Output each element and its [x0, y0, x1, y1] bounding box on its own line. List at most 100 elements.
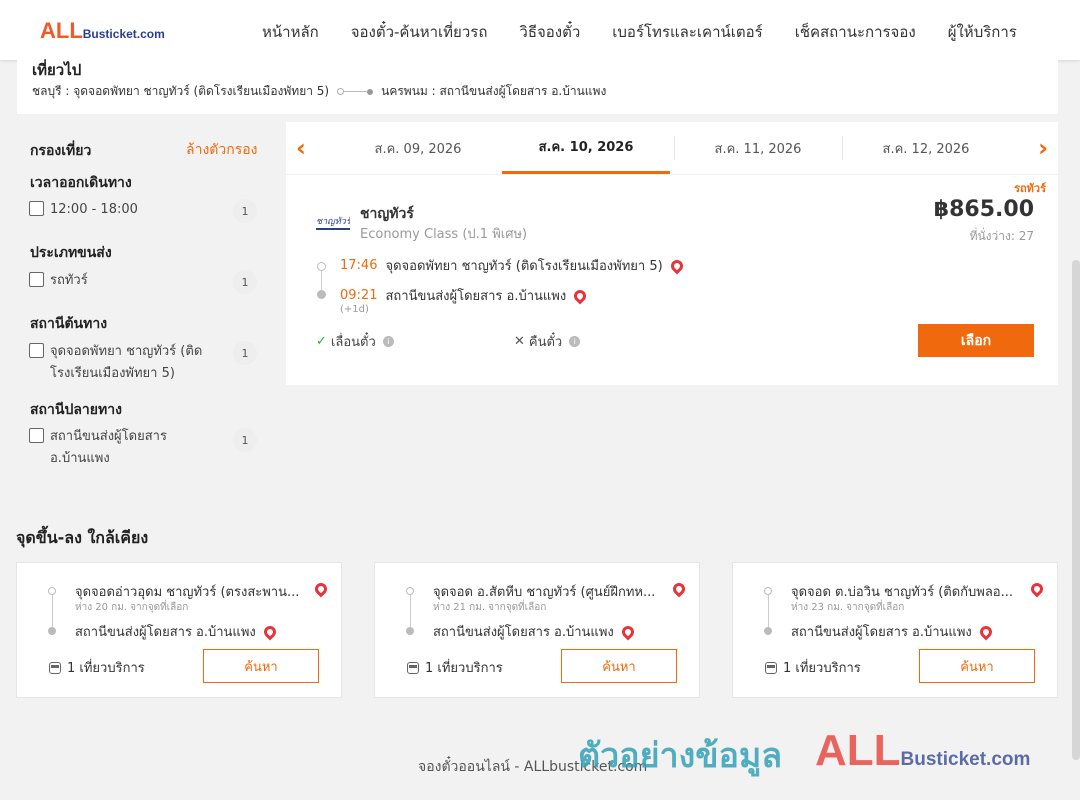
watermark-logo-all: ALL [815, 726, 901, 775]
nearby-search-button[interactable]: ค้นหา [561, 649, 677, 683]
operator-name: ชาญทัวร์ [360, 206, 414, 222]
bus-icon [407, 661, 419, 674]
nearby-to-label: สถานีขนส่งผู้โดยสาร อ.บ้านแพง [433, 625, 614, 640]
checkbox[interactable] [29, 428, 44, 443]
nearby-to: สถานีขนส่งผู้โดยสาร อ.บ้านแพง [433, 621, 637, 642]
nearby-distance: ห่าง 20 กม. จากจุดที่เลือก [75, 602, 189, 613]
filter-section-departure-time: เวลาออกเดินทาง [30, 175, 132, 191]
filter-option-transport[interactable]: รถทัวร์ 1 [29, 270, 257, 294]
date-selector: ‹ ส.ค. 09, 2026 ส.ค. 10, 2026 ส.ค. 11, 2… [286, 122, 1058, 174]
filter-count-badge: 1 [233, 341, 257, 365]
filter-option-time[interactable]: 12:00 - 18:00 1 [29, 199, 257, 223]
timeline-line [321, 271, 322, 291]
filter-section-transport-type: ประเภทขนส่ง [30, 245, 112, 261]
nearby-to-label: สถานีขนส่งผู้โดยสาร อ.บ้านแพง [791, 625, 972, 640]
arrival-place: สถานีขนส่งผู้โดยสาร อ.บ้านแพง [385, 289, 567, 304]
filter-section-destination-station: สถานีปลายทาง [30, 402, 122, 418]
nearby-card: จุดจอดอ่าวอุดม ชาญทัวร์ (ตรงสะพาน... ห่า… [16, 562, 342, 698]
date-tab-active[interactable]: ส.ค. 10, 2026 [502, 122, 670, 174]
check-icon: ✓ [316, 334, 327, 349]
trip-count-label: 1 เที่ยวบริการ [425, 661, 503, 676]
nav-check-booking[interactable]: เช็คสถานะการจอง [795, 20, 916, 44]
nearby-stops-title: จุดขึ้น-ลง ใกล้เคียง [16, 528, 149, 547]
checkbox[interactable] [29, 272, 44, 287]
checkbox[interactable] [29, 343, 44, 358]
filter-option-destination[interactable]: สถานีขนส่งผู้โดยสาร อ.บ้านแพง 1 [29, 426, 257, 470]
chevron-left-icon[interactable]: ‹ [296, 134, 306, 162]
map-pin-icon[interactable] [312, 580, 330, 598]
cross-icon: ✕ [514, 334, 525, 349]
trip-summary: เที่ยวไป ชลบุรี : จุดจอดพัทยา ชาญทัวร์ (… [17, 56, 1058, 114]
trip-result-card: รถทัวร์ ชาญทัวร์ ชาญทัวร์ Economy Class … [286, 175, 1058, 385]
map-pin-icon[interactable] [619, 623, 637, 640]
nearby-trip-count: 1 เที่ยวบริการ [765, 657, 861, 678]
nearby-search-button[interactable]: ค้นหา [203, 649, 319, 683]
nav-book-search[interactable]: จองตั๋ว-ค้นหาเที่ยวรถ [351, 20, 488, 44]
reschedule-label: เลื่อนตั๋ว [330, 335, 376, 350]
select-trip-button[interactable]: เลือก [918, 324, 1034, 357]
nearby-to: สถานีขนส่งผู้โดยสาร อ.บ้านแพง [75, 621, 279, 642]
service-class: Economy Class (ป.1 พิเศษ) [360, 227, 528, 242]
main-nav: หน้าหลัก จองตั๋ว-ค้นหาเที่ยวรถ วิธีจองตั… [262, 20, 1017, 44]
departure-time: 17:46 [340, 258, 378, 273]
map-pin-icon[interactable] [668, 257, 686, 274]
nearby-card: จุดจอด อ.สัตหีบ ชาญทัวร์ (ศูนย์ฝึกทห... … [374, 562, 700, 698]
filter-section-origin-station: สถานีต้นทาง [30, 316, 108, 332]
nav-home[interactable]: หน้าหลัก [262, 20, 319, 44]
timeline-start-dot [317, 262, 326, 271]
info-icon[interactable]: i [382, 336, 394, 347]
map-pin-icon[interactable] [977, 623, 995, 640]
nearby-distance: ห่าง 23 กม. จากจุดที่เลือก [791, 602, 905, 613]
checkbox[interactable] [29, 201, 44, 216]
chevron-right-icon[interactable]: › [1038, 134, 1048, 162]
trip-route: ชลบุรี : จุดจอดพัทยา ชาญทัวร์ (ติดโรงเรี… [32, 82, 606, 101]
top-navbar: ALLBusticket.com หน้าหลัก จองตั๋ว-ค้นหาเ… [0, 0, 1080, 60]
filter-heading: กรองเที่ยว [30, 143, 92, 159]
map-pin-icon[interactable] [261, 623, 279, 640]
filter-option-label: 12:00 - 18:00 [50, 202, 138, 217]
trip-origin: ชลบุรี : จุดจอดพัทยา ชาญทัวร์ (ติดโรงเรี… [32, 84, 330, 98]
trip-direction-title: เที่ยวไป [32, 61, 82, 79]
departure-stop: 17:46 จุดจอดพัทยา ชาญทัวร์ (ติดโรงเรียนเ… [340, 255, 686, 276]
site-logo[interactable]: ALLBusticket.com [40, 18, 165, 44]
operator-logo: ชาญทัวร์ [316, 214, 350, 230]
next-day-indicator: (+1d) [340, 304, 369, 315]
nearby-to: สถานีขนส่งผู้โดยสาร อ.บ้านแพง [791, 621, 995, 642]
nearby-distance: ห่าง 21 กม. จากจุดที่เลือก [433, 602, 547, 613]
date-tab[interactable]: ส.ค. 09, 2026 [334, 122, 502, 174]
map-pin-icon[interactable] [571, 287, 589, 304]
filter-option-origin[interactable]: จุดจอดพัทยา ชาญทัวร์ (ติดโรงเรียนเมืองพั… [29, 341, 257, 385]
map-pin-icon[interactable] [1028, 580, 1046, 598]
refund-policy: ✕ คืนตั๋ว i [514, 331, 581, 352]
route-connector-icon [337, 88, 374, 95]
arrival-time: 09:21 [340, 288, 378, 303]
nearby-to-label: สถานีขนส่งผู้โดยสาร อ.บ้านแพง [75, 625, 256, 640]
nav-contact-counters[interactable]: เบอร์โทรและเคาน์เตอร์ [612, 20, 762, 44]
clear-filters-link[interactable]: ล้างตัวกรอง [186, 139, 257, 161]
bus-icon [765, 661, 777, 674]
nearby-trip-count: 1 เที่ยวบริการ [407, 657, 503, 678]
filter-count-badge: 1 [233, 270, 257, 294]
timeline-end-dot [317, 290, 326, 299]
map-pin-icon[interactable] [670, 580, 688, 598]
date-tab[interactable]: ส.ค. 11, 2026 [674, 122, 842, 174]
nearby-search-button[interactable]: ค้นหา [919, 649, 1035, 683]
info-icon[interactable]: i [569, 336, 581, 347]
date-tab[interactable]: ส.ค. 12, 2026 [842, 122, 1010, 174]
nav-how-to-book[interactable]: วิธีจองตั๋ว [519, 20, 580, 44]
watermark-logo-busticket: Busticket.com [900, 749, 1031, 770]
filter-count-badge: 1 [233, 199, 257, 223]
reschedule-policy: ✓ เลื่อนตั๋ว i [316, 331, 394, 352]
trip-count-label: 1 เที่ยวบริการ [783, 661, 861, 676]
nearby-from: จุดจอด อ.สัตหีบ ชาญทัวร์ (ศูนย์ฝึกทห... [433, 585, 656, 600]
available-seats: ที่นั่งว่าง: 27 [969, 229, 1034, 243]
trip-count-label: 1 เที่ยวบริการ [67, 661, 145, 676]
scrollbar[interactable] [1072, 260, 1080, 760]
nav-operators[interactable]: ผู้ให้บริการ [948, 20, 1017, 44]
watermark-text: ตัวอย่างข้อมูล [578, 736, 783, 776]
nearby-from: จุดจอด ต.บ่อวิน ชาญทัวร์ (ติดกับพลอ... [791, 585, 1014, 600]
departure-place: จุดจอดพัทยา ชาญทัวร์ (ติดโรงเรียนเมืองพั… [385, 259, 663, 274]
vehicle-type-tag: รถทัวร์ [1014, 182, 1046, 195]
filter-count-badge: 1 [233, 428, 257, 452]
watermark-logo: ALLBusticket.com [815, 726, 1030, 776]
